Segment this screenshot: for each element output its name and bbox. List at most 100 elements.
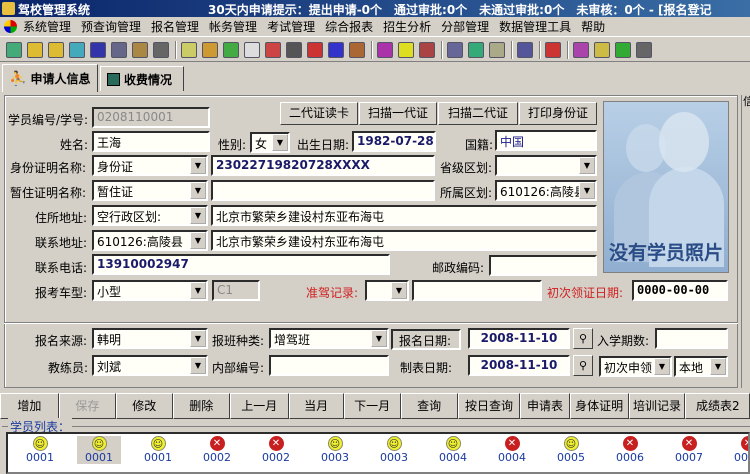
term-field[interactable] — [655, 328, 728, 349]
menu-item[interactable]: 帮助 — [581, 18, 605, 35]
class-select[interactable]: 增驾班 ▼ — [269, 328, 389, 349]
menu-item[interactable]: 系统管理 — [23, 18, 71, 35]
contact-address-field[interactable]: 北京市繁荣乡建设村东亚布海屯 — [211, 230, 597, 251]
action-button[interactable]: 修改 — [115, 393, 173, 419]
menu-item[interactable]: 预查询管理 — [81, 18, 141, 35]
student-list-item[interactable]: ☺ 0005 — [549, 436, 593, 464]
phone-field[interactable]: 13910002947 — [92, 254, 390, 275]
chevron-down-icon[interactable]: ▼ — [710, 358, 726, 375]
locality-select[interactable]: 本地 ▼ — [674, 356, 728, 377]
student-list-item[interactable]: ✕ 0002 — [254, 436, 298, 464]
menu-item[interactable]: 综合报表 — [325, 18, 373, 35]
binoculars-icon[interactable]: ⚲ — [573, 328, 593, 349]
chevron-down-icon[interactable]: ▼ — [190, 207, 206, 224]
student-list-item[interactable]: ✕ 0006 — [608, 436, 652, 464]
action-button[interactable]: 按日查询 — [457, 393, 521, 419]
toolbar-button-icon[interactable] — [6, 41, 22, 58]
chevron-down-icon[interactable]: ▼ — [391, 282, 407, 299]
toolbar-button-icon[interactable] — [153, 41, 169, 58]
coach-select[interactable]: 刘斌 ▼ — [92, 355, 208, 376]
menu-item[interactable]: 报名管理 — [151, 18, 199, 35]
action-button[interactable]: 查询 — [400, 393, 458, 419]
action-button[interactable]: 成绩表2 — [685, 393, 750, 419]
chevron-down-icon[interactable]: ▼ — [190, 330, 206, 347]
student-list-item[interactable]: ✕ 0004 — [490, 436, 534, 464]
print-id-button[interactable]: 打印身份证 — [519, 102, 597, 125]
scan-id-v2-button[interactable]: 扫描二代证 — [438, 102, 518, 125]
form-date-field[interactable]: 2008-11-10 — [468, 355, 570, 376]
menu-item[interactable]: 数据管理工具 — [499, 18, 571, 35]
chevron-down-icon[interactable]: ▼ — [371, 330, 387, 347]
province-select[interactable]: ▼ — [495, 155, 597, 176]
license-record-text[interactable] — [412, 280, 542, 301]
chevron-down-icon[interactable]: ▼ — [190, 232, 206, 249]
toolbar-button-icon[interactable] — [398, 41, 414, 58]
scan-id-v1-button[interactable]: 扫描一代证 — [359, 102, 437, 125]
action-button[interactable]: 删除 — [172, 393, 230, 419]
student-list-item[interactable]: ✕ 0007 — [667, 436, 711, 464]
toolbar-button-icon[interactable] — [244, 41, 260, 58]
toolbar-button-icon[interactable] — [181, 41, 197, 58]
contact-region-select[interactable]: 610126:高陵县 ▼ — [92, 230, 208, 251]
student-list-item[interactable]: ☺ 0001 — [136, 436, 180, 464]
id-type-select[interactable]: 身份证 ▼ — [92, 155, 208, 176]
toolbar-button-icon[interactable] — [545, 41, 561, 58]
action-button[interactable]: 培训记录 — [628, 393, 686, 419]
temp-type-select[interactable]: 暂住证 ▼ — [92, 180, 208, 201]
toolbar-button-icon[interactable] — [349, 41, 365, 58]
app-logo-icon[interactable] — [4, 20, 17, 33]
action-button[interactable]: 增加 — [0, 393, 59, 419]
toolbar-button-icon[interactable] — [468, 41, 484, 58]
toolbar-button-icon[interactable] — [307, 41, 323, 58]
residence-address-field[interactable]: 北京市繁荣乡建设村东亚布海屯 — [211, 205, 597, 226]
action-button[interactable]: 上一月 — [229, 393, 289, 419]
residence-region-select[interactable]: 空行政区划: ▼ — [92, 205, 208, 226]
chevron-down-icon[interactable]: ▼ — [272, 134, 288, 151]
menu-item[interactable]: 帐务管理 — [209, 18, 257, 35]
action-button[interactable]: 保存 — [58, 393, 116, 419]
toolbar-button-icon[interactable] — [573, 41, 589, 58]
menu-item[interactable]: 招生分析 — [383, 18, 431, 35]
student-list-item[interactable]: ☺ 0003 — [313, 436, 357, 464]
postcode-field[interactable] — [489, 255, 597, 276]
student-list-item[interactable]: ☺ 0004 — [431, 436, 475, 464]
menu-item[interactable]: 分部管理 — [441, 18, 489, 35]
chevron-down-icon[interactable]: ▼ — [190, 282, 206, 299]
district-select[interactable]: 610126:高陵县 ▼ — [495, 180, 597, 201]
vehicle-select[interactable]: 小型 ▼ — [92, 280, 208, 301]
toolbar-button-icon[interactable] — [223, 41, 239, 58]
tab-fees[interactable]: 收费情况 — [100, 66, 184, 91]
action-button[interactable]: 下一月 — [343, 393, 401, 419]
temp-number-field[interactable] — [211, 180, 435, 201]
action-button[interactable]: 申请表 — [520, 393, 570, 419]
chevron-down-icon[interactable]: ▼ — [654, 358, 670, 375]
action-button[interactable]: 当月 — [288, 393, 344, 419]
student-list-item[interactable]: ☺ 0001 — [77, 436, 121, 464]
student-list-item[interactable]: ☺ 0003 — [372, 436, 416, 464]
toolbar-button-icon[interactable] — [27, 41, 43, 58]
toolbar-button-icon[interactable] — [615, 41, 631, 58]
read-id-card-button[interactable]: 二代证读卡 — [280, 102, 358, 125]
toolbar-button-icon[interactable] — [111, 41, 127, 58]
student-list-item[interactable]: ✕0008 — [726, 436, 748, 464]
apply-type-select[interactable]: 初次申领 ▼ — [599, 356, 672, 377]
toolbar-button-icon[interactable] — [48, 41, 64, 58]
source-select[interactable]: 韩明 ▼ — [92, 328, 208, 349]
toolbar-button-icon[interactable] — [517, 41, 533, 58]
toolbar-button-icon[interactable] — [419, 41, 435, 58]
menu-item[interactable]: 考试管理 — [267, 18, 315, 35]
gender-select[interactable]: 女 ▼ — [250, 132, 290, 153]
toolbar-button-icon[interactable] — [132, 41, 148, 58]
student-list-item[interactable]: ☺ 0001 — [18, 436, 62, 464]
toolbar-button-icon[interactable] — [265, 41, 281, 58]
chevron-down-icon[interactable]: ▼ — [579, 157, 595, 174]
toolbar-button-icon[interactable] — [447, 41, 463, 58]
nationality-field[interactable]: 中国 — [495, 130, 597, 151]
id-number-field[interactable]: 23022719820728XXXX — [211, 155, 435, 176]
toolbar-button-icon[interactable] — [286, 41, 302, 58]
name-field[interactable]: 王海 — [92, 131, 210, 152]
internal-no-field[interactable] — [269, 355, 389, 376]
chevron-down-icon[interactable]: ▼ — [190, 157, 206, 174]
binoculars-icon[interactable]: ⚲ — [573, 355, 593, 376]
chevron-down-icon[interactable]: ▼ — [190, 182, 206, 199]
